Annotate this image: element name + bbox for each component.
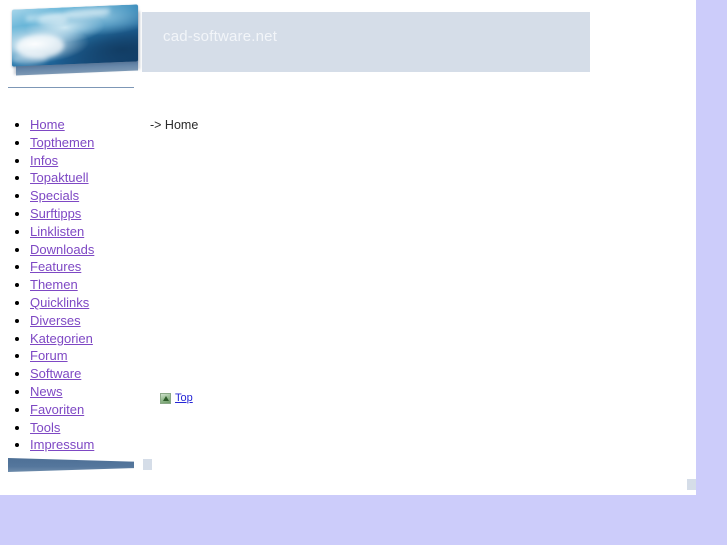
sidebar-item-quicklinks[interactable]: Quicklinks xyxy=(30,295,89,310)
up-arrow-icon xyxy=(160,392,171,404)
site-title: cad-software.net xyxy=(163,28,278,45)
sidebar-item-infos[interactable]: Infos xyxy=(30,153,58,168)
sidebar-item-topaktuell[interactable]: Topaktuell xyxy=(30,170,89,185)
list-item: Linklisten xyxy=(30,223,94,241)
sidebar-item-linklisten[interactable]: Linklisten xyxy=(30,224,84,239)
list-item: Features xyxy=(30,258,94,276)
list-item: Themen xyxy=(30,276,94,294)
breadcrumb: -> Home xyxy=(150,118,199,132)
sidebar-item-kategorien[interactable]: Kategorien xyxy=(30,331,93,346)
list-item: Home xyxy=(30,116,94,134)
list-item: Downloads xyxy=(30,241,94,259)
list-item: Specials xyxy=(30,187,94,205)
header-title-box: cad-software.net xyxy=(142,12,590,72)
sidebar-item-diverses[interactable]: Diverses xyxy=(30,313,81,328)
list-item: News xyxy=(30,383,94,401)
sidebar-item-surftipps[interactable]: Surftipps xyxy=(30,206,81,221)
sidebar-item-home[interactable]: Home xyxy=(30,117,65,132)
sidebar-item-downloads[interactable]: Downloads xyxy=(30,242,94,257)
list-item: Impressum xyxy=(30,436,94,454)
sidebar-divider xyxy=(8,87,134,88)
footer-wedge xyxy=(8,458,134,472)
list-item: Favoriten xyxy=(30,401,94,419)
list-item: Kategorien xyxy=(30,330,94,348)
list-item: Topaktuell xyxy=(30,169,94,187)
sidebar-item-topthemen[interactable]: Topthemen xyxy=(30,135,94,150)
list-item: Topthemen xyxy=(30,134,94,152)
list-item: Software xyxy=(30,365,94,383)
list-item: Forum xyxy=(30,347,94,365)
sidebar-item-favoriten[interactable]: Favoriten xyxy=(30,402,84,417)
top-link[interactable]: Top xyxy=(175,392,193,404)
ocean-wave-photo xyxy=(12,4,138,67)
sidebar-item-tools[interactable]: Tools xyxy=(30,420,60,435)
sidebar-item-software[interactable]: Software xyxy=(30,366,81,381)
back-to-top[interactable]: Top xyxy=(160,392,193,404)
list-item: Infos xyxy=(30,152,94,170)
list-item: Tools xyxy=(30,419,94,437)
sidebar-item-news[interactable]: News xyxy=(30,384,63,399)
footer-square-right xyxy=(687,479,696,490)
list-item: Surftipps xyxy=(30,205,94,223)
sidebar-item-specials[interactable]: Specials xyxy=(30,188,79,203)
sidebar-item-features[interactable]: Features xyxy=(30,259,81,274)
site-banner xyxy=(6,4,142,76)
sidebar-item-forum[interactable]: Forum xyxy=(30,348,68,363)
list-item: Diverses xyxy=(30,312,94,330)
footer-square-left xyxy=(143,459,152,470)
sidebar-item-impressum[interactable]: Impressum xyxy=(30,437,94,452)
wave-foam xyxy=(64,7,108,20)
page-canvas: cad-software.net Home Topthemen Infos Topak… xyxy=(0,0,696,495)
list-item: Quicklinks xyxy=(30,294,94,312)
sidebar-item-themen[interactable]: Themen xyxy=(30,277,78,292)
sidebar-nav: Home Topthemen Infos Topaktuell Specials Surf… xyxy=(8,116,94,454)
wave-foam xyxy=(12,52,48,66)
